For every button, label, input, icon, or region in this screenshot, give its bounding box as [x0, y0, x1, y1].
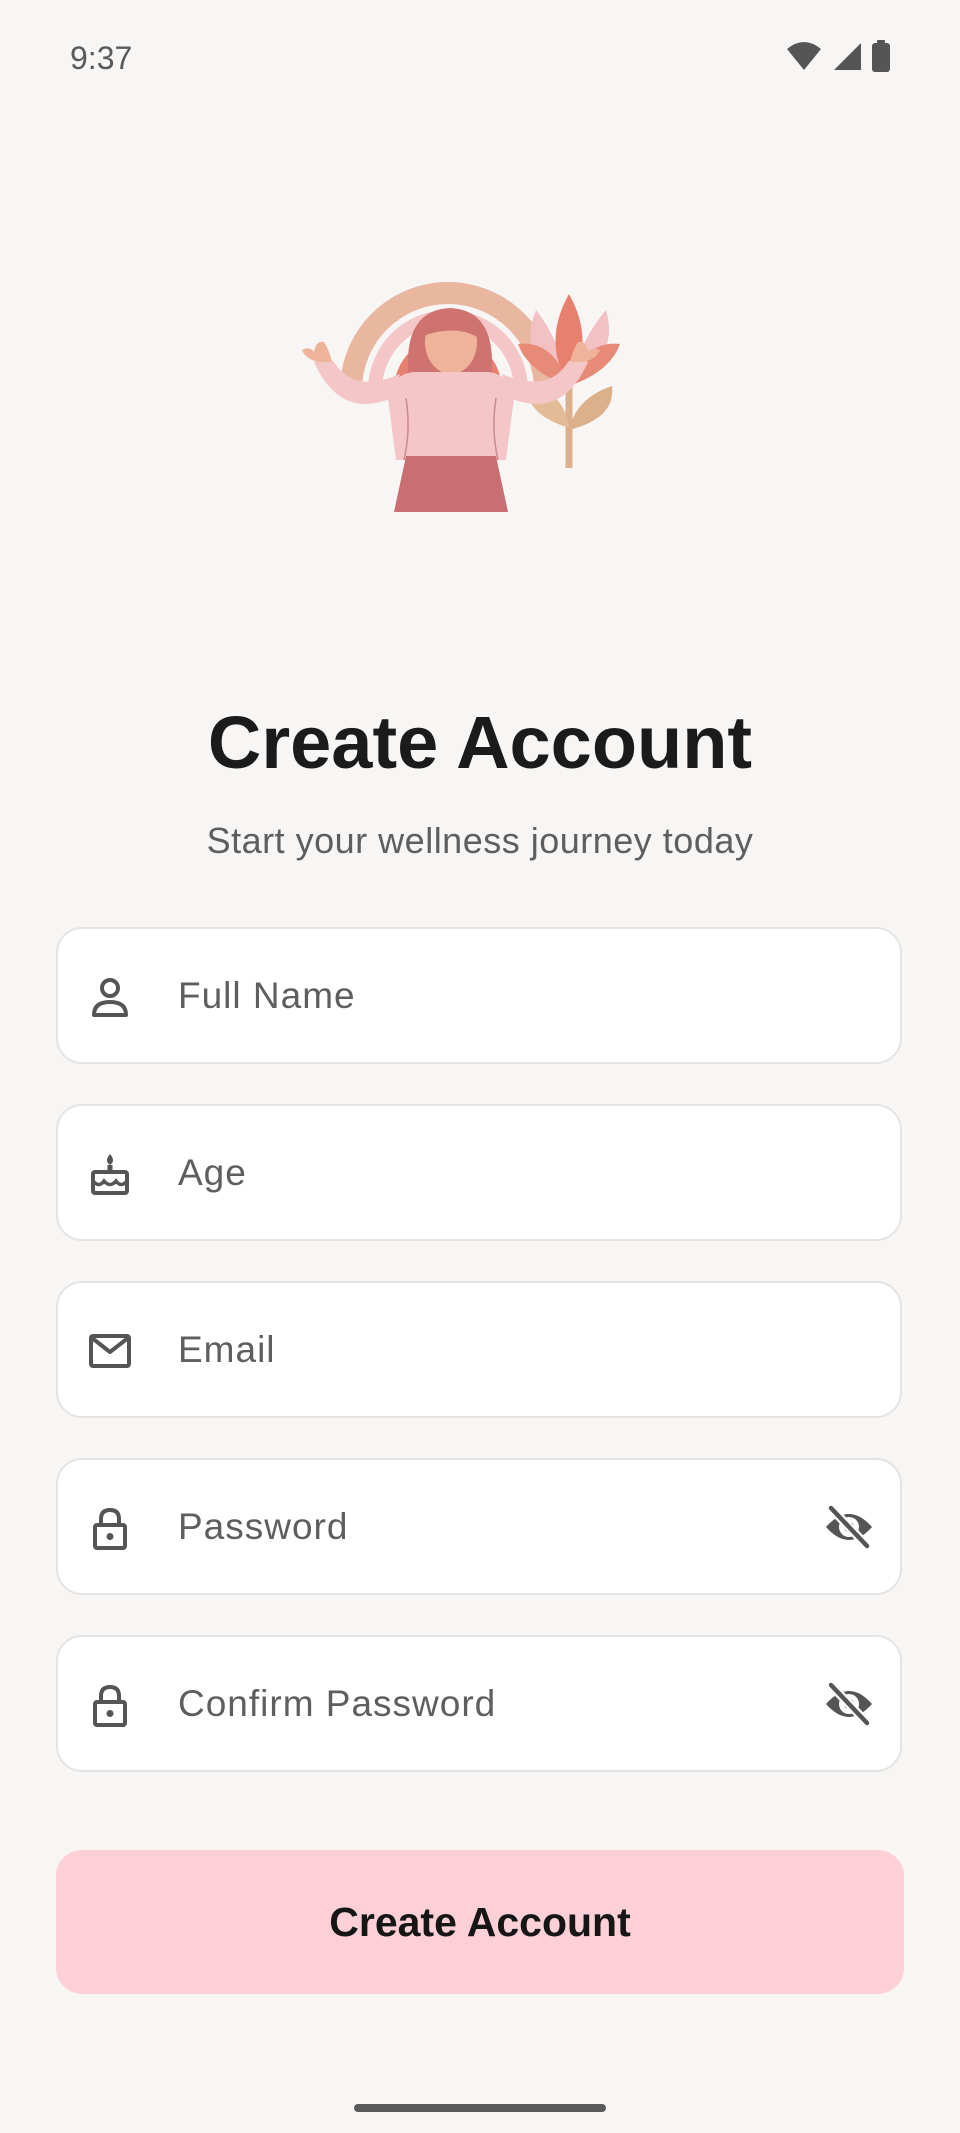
- status-time: 9:37: [70, 40, 133, 76]
- person-icon: [92, 978, 128, 1017]
- status-bar: 9:37: [0, 0, 960, 120]
- confirm-password-placeholder: Confirm Password: [178, 1683, 497, 1724]
- woman-with-rainbow-and-flower-illustration: [302, 282, 620, 512]
- page-title: Create Account: [207, 701, 753, 784]
- email-field[interactable]: Email: [56, 1281, 902, 1418]
- confirm-password-field[interactable]: Confirm Password: [56, 1635, 902, 1772]
- visibility-off-icon[interactable]: [824, 1504, 874, 1550]
- create-account-button[interactable]: Create Account: [56, 1850, 904, 1994]
- page-subtitle: Start your wellness journey today: [206, 820, 754, 861]
- signal-icon: [834, 43, 861, 70]
- email-placeholder: Email: [178, 1329, 276, 1370]
- age-placeholder: Age: [178, 1152, 247, 1193]
- home-indicator[interactable]: [354, 2104, 606, 2112]
- password-field[interactable]: Password: [56, 1458, 902, 1595]
- full-name-field[interactable]: Full Name: [56, 927, 902, 1064]
- password-placeholder: Password: [178, 1506, 349, 1547]
- age-field[interactable]: Age: [56, 1104, 902, 1241]
- battery-icon: [872, 40, 890, 72]
- visibility-off-icon[interactable]: [824, 1681, 874, 1727]
- full-name-placeholder: Full Name: [178, 975, 356, 1016]
- mail-icon: [89, 1334, 131, 1368]
- cake-icon: [91, 1154, 129, 1195]
- lock-icon: [93, 1684, 127, 1727]
- lock-icon: [93, 1507, 127, 1550]
- wifi-icon: [787, 42, 821, 70]
- status-icons: [786, 40, 890, 72]
